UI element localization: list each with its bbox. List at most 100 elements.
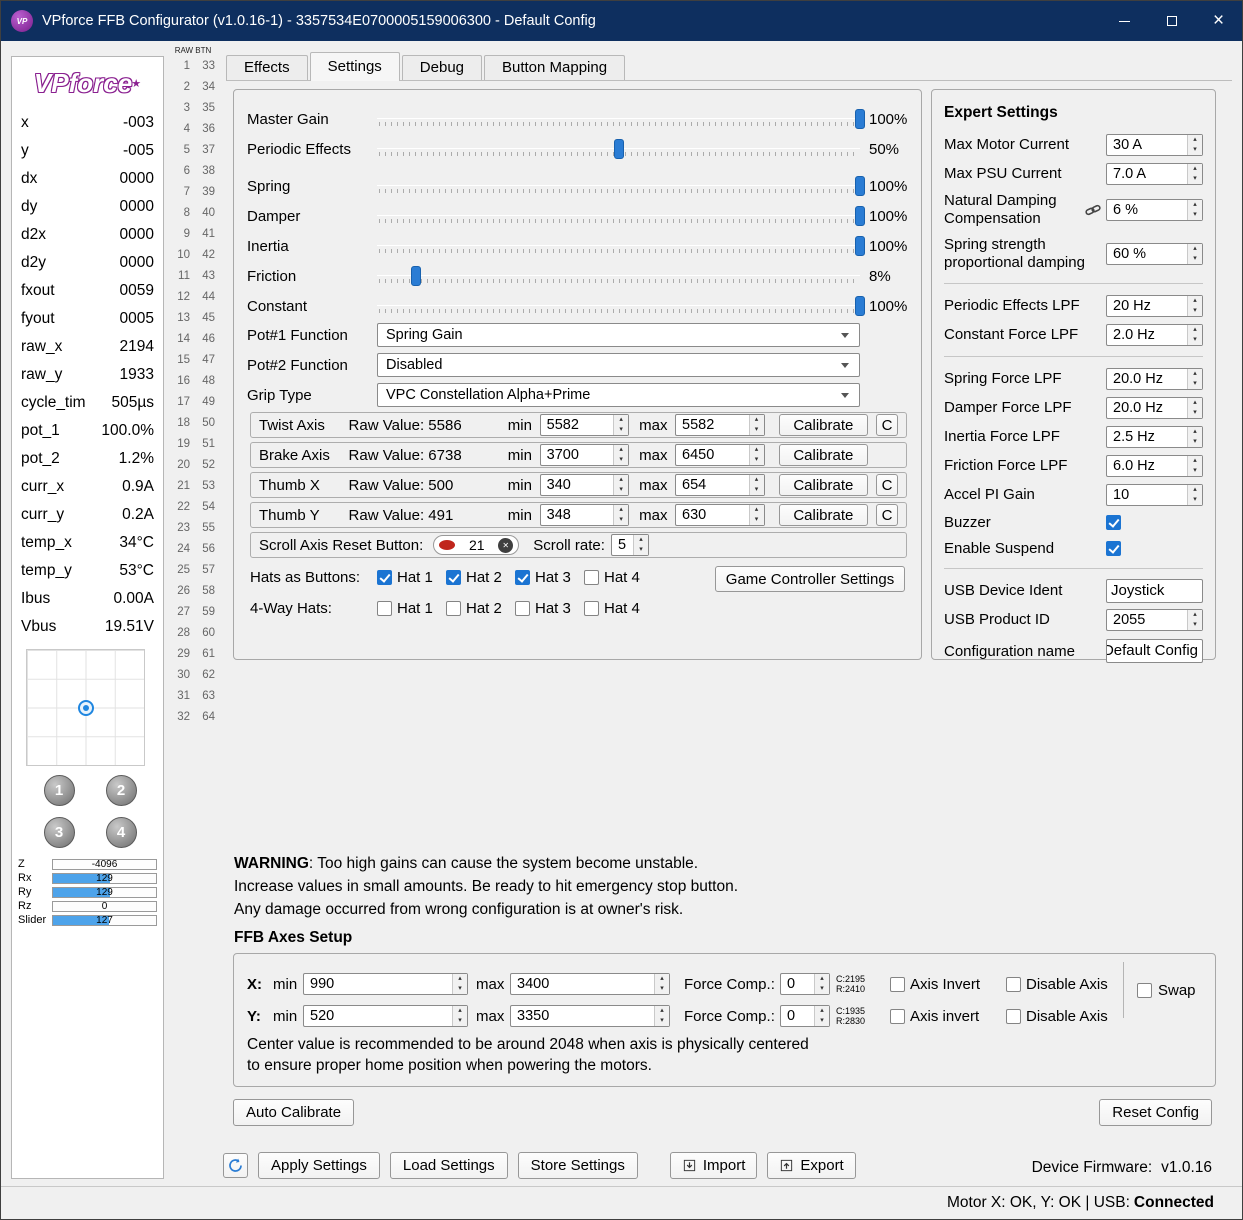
value-spinner[interactable]: 2.0 Hz [1106,323,1203,346]
minimize-button[interactable] [1101,1,1148,41]
spinner-arrows-icon[interactable] [1187,163,1202,184]
hat-button-item[interactable]: Hat 2 [446,569,515,586]
hat-checkbox[interactable] [515,569,530,585]
slider-handle[interactable] [410,266,421,286]
value-spinner[interactable]: 20.0 Hz [1106,396,1203,419]
game-controller-settings-button[interactable]: Game Controller Settings [715,566,905,592]
axis-max-spinner[interactable]: 654 [675,474,765,496]
axis-min-spinner[interactable]: 5582 [539,414,630,436]
slider-track[interactable] [377,236,865,256]
usb-product-id-spinner[interactable]: 2055 [1106,608,1203,631]
axis-max-spinner[interactable]: 5582 [675,414,765,436]
spinner-arrows-icon[interactable] [654,1006,669,1026]
spinner-arrows-icon[interactable] [748,505,764,525]
value-spinner[interactable]: 30 A [1106,133,1203,156]
spinner-arrows-icon[interactable] [1187,397,1202,418]
four-way-hat-item[interactable]: Hat 4 [584,600,653,617]
four-way-hat-item[interactable]: Hat 2 [446,600,515,617]
hat-checkbox[interactable] [584,569,599,585]
apply-settings-button[interactable]: Apply Settings [258,1152,380,1179]
slider-handle[interactable] [855,296,865,316]
four-way-hat-item[interactable]: Hat 3 [515,600,584,617]
scroll-rate-spinner[interactable]: 5 [610,534,649,556]
slider-track[interactable] [377,139,860,159]
spinner-arrows-icon[interactable] [632,535,648,555]
value-spinner[interactable]: 2.5 Hz [1106,425,1203,448]
spinner-arrows-icon[interactable] [1187,609,1202,630]
pot1-function-select[interactable]: Spring Gain [377,323,860,347]
spinner-arrows-icon[interactable] [814,1006,829,1026]
slider-track[interactable] [377,176,865,196]
spinner-arrows-icon[interactable] [1187,134,1202,155]
value-spinner[interactable]: 7.0 A [1106,162,1203,185]
pot2-function-select[interactable]: Disabled [377,353,860,377]
reset-config-button[interactable]: Reset Config [1099,1099,1212,1126]
load-settings-button[interactable]: Load Settings [389,1152,508,1179]
force-comp-spinner[interactable]: 0 [780,1005,830,1027]
axis-invert-checkbox[interactable]: Axis Invert [890,976,1002,993]
swap-axes-checkbox[interactable]: Swap [1123,962,1199,1018]
hat-button-item[interactable]: Hat 4 [584,569,653,586]
calibrate-button[interactable]: Calibrate [778,414,869,436]
auto-calibrate-button[interactable]: Auto Calibrate [233,1099,355,1126]
tab-debug[interactable]: Debug [401,55,482,80]
calibrate-c-button[interactable]: C [876,414,898,436]
spinner-arrows-icon[interactable] [1187,324,1202,345]
value-spinner[interactable]: 10 [1106,483,1203,506]
spinner-arrows-icon[interactable] [613,445,629,465]
spinner-arrows-icon[interactable] [654,974,669,994]
value-spinner[interactable]: 20.0 Hz [1106,367,1203,390]
scroll-reset-button-field[interactable]: 21 [433,535,520,555]
axis-max-spinner[interactable]: 630 [675,504,765,526]
spinner-arrows-icon[interactable] [748,445,764,465]
axis-max-spinner[interactable]: 6450 [675,444,765,466]
spinner-arrows-icon[interactable] [814,974,829,994]
disable-axis-checkbox[interactable]: Disable Axis [1006,976,1118,993]
spinner-arrows-icon[interactable] [1187,295,1202,316]
import-button[interactable]: Import [669,1152,758,1179]
close-button[interactable]: × [1195,1,1242,41]
spinner-arrows-icon[interactable] [452,1006,467,1026]
slider-handle[interactable] [855,109,865,129]
axis-max-spinner[interactable]: 3350 [510,1005,670,1027]
grip-type-select[interactable]: VPC Constellation Alpha+Prime [377,383,860,407]
slider-track[interactable] [377,109,865,129]
calibrate-button[interactable]: Calibrate [778,444,869,466]
spinner-arrows-icon[interactable] [1187,368,1202,389]
refresh-button[interactable] [223,1153,248,1178]
spinner-arrows-icon[interactable] [613,505,629,525]
axis-min-spinner[interactable]: 520 [303,1005,468,1027]
usb-device-ident-input[interactable]: Joystick [1106,578,1203,603]
spinner-arrows-icon[interactable] [1187,484,1202,505]
spinner-arrows-icon[interactable] [452,974,467,994]
link-icon[interactable] [1085,202,1101,218]
tab-effects[interactable]: Effects [226,55,308,80]
axis-invert-checkbox[interactable]: Axis invert [890,1008,1002,1025]
maximize-button[interactable] [1148,1,1195,41]
value-spinner[interactable]: 20 Hz [1106,294,1203,317]
axis-min-spinner[interactable]: 990 [303,973,468,995]
hat-checkbox[interactable] [377,569,392,585]
calibrate-button[interactable]: Calibrate [778,504,869,526]
slider-handle[interactable] [855,236,865,256]
axis-min-spinner[interactable]: 348 [539,504,630,526]
calibrate-button[interactable]: Calibrate [778,474,869,496]
hat-checkbox[interactable] [584,600,599,616]
tab-settings[interactable]: Settings [309,52,400,81]
axis-min-spinner[interactable]: 340 [539,474,630,496]
hat-button-item[interactable]: Hat 3 [515,569,584,586]
slider-handle[interactable] [855,206,865,226]
slider-track[interactable] [377,266,860,286]
calibrate-c-button[interactable]: C [876,474,898,496]
spring-prop-spinner[interactable]: 60 % [1106,243,1203,265]
four-way-hat-item[interactable]: Hat 1 [377,600,446,617]
clear-icon[interactable] [498,537,514,553]
hat-button-item[interactable]: Hat 1 [377,569,446,586]
axis-min-spinner[interactable]: 3700 [539,444,630,466]
hat-checkbox[interactable] [446,600,461,616]
export-button[interactable]: Export [767,1152,856,1179]
disable-axis-checkbox[interactable]: Disable Axis [1006,1008,1118,1025]
slider-track[interactable] [377,206,865,226]
spinner-arrows-icon[interactable] [1187,426,1202,447]
spinner-arrows-icon[interactable] [1187,244,1202,264]
